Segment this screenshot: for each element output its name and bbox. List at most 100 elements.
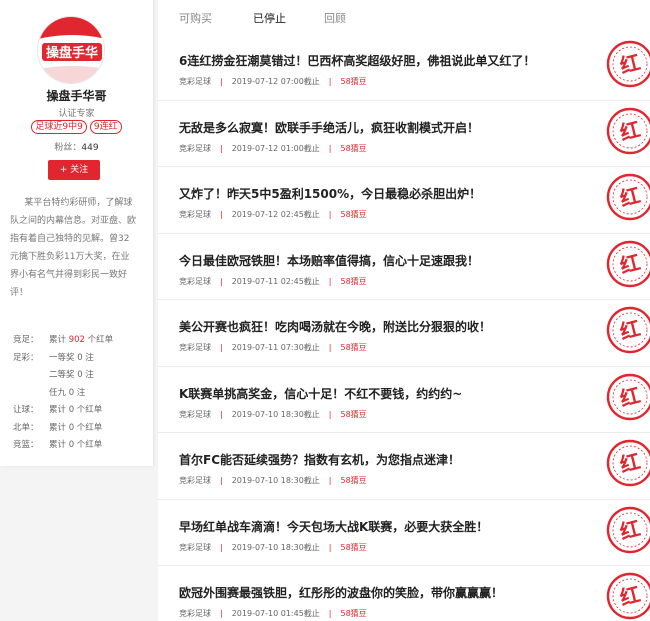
stat-label: 竞足： (13, 335, 39, 345)
expert-description: 某平台特约彩研师，了解球队之间的内幕信息。对亚盘、欧指有着自己独特的见解。曾32… (10, 198, 137, 298)
article-deadline: 2019-07-12 02:45截止 (231, 210, 320, 219)
follow-button[interactable]: + 关注 (48, 160, 100, 180)
avatar-logo-text: 操盘手华 (46, 45, 98, 61)
article-price: 58猜豆 (340, 77, 367, 86)
badge-win-streak: 9连红 (89, 120, 122, 134)
article-price: 58猜豆 (340, 343, 367, 352)
article-item[interactable]: 美公开赛也疯狂！吃肉喝汤就在今晚，附送比分狠狠的收！ 竞彩足球 | 2019-07-1… (158, 300, 650, 367)
stat-label: 让球： (13, 405, 39, 415)
article-title[interactable]: 美公开赛也疯狂！吃肉喝汤就在今晚，附送比分狠狠的收！ (179, 318, 491, 335)
stamp-text: 红 (617, 116, 642, 144)
article-item[interactable]: 欧冠外围赛最强铁胆，红彤彤的波盘你的笑脸，带你赢赢赢！ 竞彩足球 | 2019-07-… (158, 566, 650, 621)
article-meta: 竞彩足球 | 2019-07-12 02:45截止 | 58猜豆 (179, 209, 367, 220)
article-category: 竞彩足球 (179, 276, 211, 286)
stat-label: 竞篮： (13, 440, 39, 450)
fans-label: 粉丝： (54, 143, 82, 153)
red-stamp-icon: 红 (606, 173, 650, 221)
stat-row: 竞篮： 累计 0 个红单 (13, 437, 113, 455)
tab-stopped[interactable]: 已停止 (253, 10, 286, 26)
article-price: 58猜豆 (340, 409, 367, 419)
article-item[interactable]: 无敌是多么寂寞！欧联手手绝活儿，疯狂收割模式开启！ 竞彩足球 | 2019-07-12… (158, 101, 650, 167)
article-price: 58猜豆 (340, 542, 367, 552)
article-category: 竞彩足球 (179, 77, 211, 86)
fans-count: 粉丝：449 (0, 140, 153, 153)
stamp-text: 红 (617, 50, 642, 78)
article-title[interactable]: 今日最佳欧冠铁胆！本场赔率值得搞，信心十足速跟我！ (179, 252, 479, 269)
article-category: 竞彩足球 (179, 476, 211, 485)
meta-divider: | (220, 210, 223, 219)
stat-value: 累计 0 个红单 (49, 422, 103, 433)
stamp-text: 红 (617, 382, 642, 410)
meta-divider: | (220, 343, 223, 352)
article-item[interactable]: K联赛单挑高奖金，信心十足！不红不要钱，约约约~ 竞彩足球 | 2019-07-10 … (158, 367, 650, 433)
meta-divider: | (328, 210, 332, 219)
article-item[interactable]: 早场红单战车滴滴！今天包场大战K联赛，必要大获全胜！ 竞彩足球 | 2019-07-1… (158, 500, 650, 566)
article-list: 6连红捞金狂潮莫错过！巴西杯高奖超级好胆，佛祖说此单又红了！ 竞彩足球 | 2019-… (158, 34, 650, 621)
avatar[interactable]: 操盘手华 (37, 16, 105, 84)
red-stamp-icon: 红 (606, 439, 650, 487)
article-meta: 竞彩足球 | 2019-07-10 18:30截止 | 58猜豆 (179, 542, 367, 553)
article-title[interactable]: 早场红单战车滴滴！今天包场大战K联赛，必要大获全胜！ (179, 518, 488, 535)
article-title[interactable]: 无敌是多么寂寞！欧联手手绝活儿，疯狂收割模式开启！ (179, 119, 479, 136)
meta-divider: | (220, 276, 223, 286)
meta-divider: | (328, 609, 332, 618)
badge-recent-record: 足球近9中9 (31, 120, 87, 134)
stamp-text: 红 (617, 449, 642, 477)
stat-highlight-value: 902 (68, 335, 85, 345)
article-category: 竞彩足球 (179, 210, 211, 219)
stamp-text: 红 (617, 249, 642, 277)
stat-label (13, 385, 49, 403)
achievement-badges: 足球近9中9 9连红 (0, 120, 153, 134)
avatar-logo-icon: 操盘手华 (38, 17, 104, 83)
stat-value: 累计 0 个红单 (49, 405, 103, 415)
meta-divider: | (328, 542, 332, 552)
article-price: 58猜豆 (340, 143, 367, 153)
meta-divider: | (220, 542, 223, 552)
article-category: 竞彩足球 (179, 343, 211, 352)
article-category: 竞彩足球 (179, 409, 211, 419)
red-stamp-icon: 红 (606, 107, 650, 154)
tab-review[interactable]: 回顾 (324, 10, 346, 26)
article-item[interactable]: 又炸了！昨天5中5盈利1500%，今日最稳必杀胆出炉！ 竞彩足球 | 2019-07-… (158, 167, 650, 234)
article-category: 竞彩足球 (179, 609, 211, 618)
article-meta: 竞彩足球 | 2019-07-10 01:45截止 | 58猜豆 (179, 608, 367, 619)
meta-divider: | (328, 143, 332, 153)
stat-label: 北单： (13, 422, 39, 433)
article-title[interactable]: K联赛单挑高奖金，信心十足！不红不要钱，约约约~ (179, 385, 462, 402)
expert-nickname: 操盘手华哥 (46, 89, 107, 103)
article-deadline: 2019-07-10 01:45截止 (231, 609, 320, 618)
stat-value: 一等奖 0 注 (49, 352, 94, 363)
article-title[interactable]: 首尔FC能否延续强势？指数有玄机，为您指点迷津！ (179, 451, 460, 468)
meta-divider: | (220, 77, 223, 86)
article-deadline: 2019-07-12 07:00截止 (231, 77, 320, 86)
stat-row: 二等奖 0 注 (13, 367, 113, 385)
article-title[interactable]: 6连红捞金狂潮莫错过！巴西杯高奖超级好胆，佛祖说此单又红了！ (179, 52, 535, 69)
red-stamp-icon: 红 (606, 306, 650, 354)
article-deadline: 2019-07-10 18:30截止 (231, 542, 320, 552)
article-category: 竞彩足球 (179, 542, 211, 552)
stat-value: 任九 0 注 (49, 387, 86, 398)
tab-available[interactable]: 可购买 (179, 10, 212, 26)
expert-profile-card: 操盘手华 操盘手华哥 认证专家 足球近9中9 9连红 粉丝：449 + 关注 某… (0, 0, 153, 466)
article-price: 58猜豆 (340, 210, 367, 219)
article-meta: 竞彩足球 | 2019-07-12 07:00截止 | 58猜豆 (179, 76, 367, 87)
stat-label: 足彩： (13, 352, 39, 363)
article-meta: 竞彩足球 | 2019-07-10 18:30截止 | 58猜豆 (179, 409, 367, 420)
meta-divider: | (328, 276, 332, 286)
meta-divider: | (328, 409, 332, 419)
article-meta: 竞彩足球 | 2019-07-12 01:00截止 | 58猜豆 (179, 143, 367, 154)
meta-divider: | (220, 409, 223, 419)
article-item[interactable]: 首尔FC能否延续强势？指数有玄机，为您指点迷津！ 竞彩足球 | 2019-07-10 … (158, 433, 650, 500)
article-title[interactable]: 欧冠外围赛最强铁胆，红彤彤的波盘你的笑脸，带你赢赢赢！ (179, 584, 503, 601)
meta-divider: | (328, 77, 332, 86)
stat-value: 累计 0 个红单 (49, 440, 103, 450)
article-panel: 可购买 已停止 回顾 6连红捞金狂潮莫错过！巴西杯高奖超级好胆，佛祖说此单又红了… (158, 0, 650, 621)
article-title[interactable]: 又炸了！昨天5中5盈利1500%，今日最稳必杀胆出炉！ (179, 185, 481, 202)
article-item[interactable]: 6连红捞金狂潮莫错过！巴西杯高奖超级好胆，佛祖说此单又红了！ 竞彩足球 | 2019-… (158, 34, 650, 101)
red-stamp-icon: 红 (606, 40, 650, 88)
article-item[interactable]: 今日最佳欧冠铁胆！本场赔率值得搞，信心十足速跟我！ 竞彩足球 | 2019-07-11… (158, 234, 650, 300)
stamp-text: 红 (617, 183, 642, 211)
stamp-text: 红 (617, 316, 642, 344)
stat-row: 竞足： 累计 902 个红单 (13, 332, 113, 350)
stamp-text: 红 (617, 582, 642, 610)
